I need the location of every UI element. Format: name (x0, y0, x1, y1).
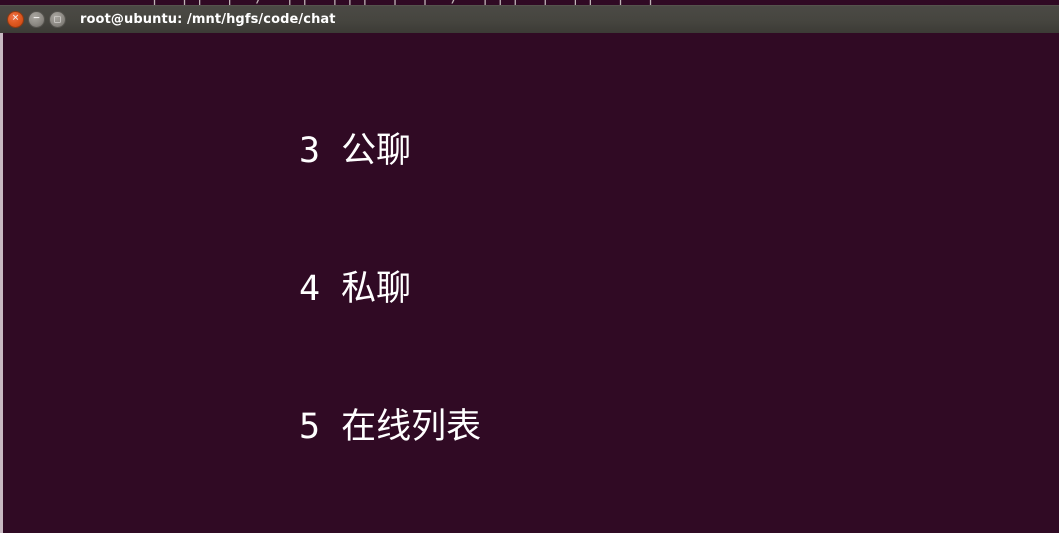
minimize-button[interactable]: − (28, 11, 45, 28)
terminal-line: 3 公聊 (4, 131, 412, 171)
terminal-line: 4 私聊 (4, 269, 412, 309)
terminal-line: 5 在线列表 (4, 407, 482, 447)
scrollbar-thumb[interactable] (0, 33, 3, 533)
window-title: root@ubuntu: /mnt/hgfs/code/chat (80, 12, 336, 27)
maximize-button[interactable]: □ (49, 11, 66, 28)
terminal-area[interactable]: 3 公聊 4 私聊 5 在线列表 0 退出 4 input name you w… (0, 33, 1059, 533)
window-titlebar[interactable]: ✕ − □ root@ubuntu: /mnt/hgfs/code/chat (0, 5, 1059, 33)
window-controls: ✕ − □ (7, 11, 66, 28)
close-button[interactable]: ✕ (7, 11, 24, 28)
maximize-icon: □ (53, 14, 62, 23)
minimize-icon: − (32, 13, 41, 24)
terminal-output: 3 公聊 4 私聊 5 在线列表 0 退出 4 input name you w… (4, 33, 1054, 533)
screen: | || | / || ||| | | / ||| | || | | ✕ − □… (0, 0, 1059, 533)
terminal-scrollbar[interactable] (0, 33, 3, 533)
close-icon: ✕ (11, 13, 20, 24)
